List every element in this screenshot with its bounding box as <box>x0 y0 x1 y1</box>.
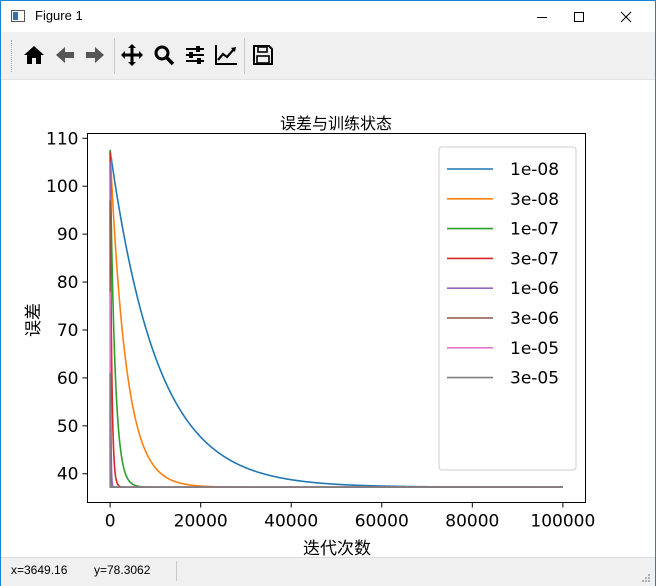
figure-window: Figure 1 误差与训练状态 0 20000 40000 60000 800… <box>0 0 656 586</box>
y-axis: 40 50 60 70 80 90 100 110 <box>46 129 88 485</box>
navigation-toolbar <box>1 32 655 80</box>
legend: 1e-08 3e-08 1e-07 3e-07 1e-06 3e-06 1e-05 3e-05 <box>438 146 577 471</box>
x-tick-label: 80000 <box>445 512 499 532</box>
legend-entry: 3e-05 <box>510 369 559 389</box>
close-button[interactable] <box>603 1 649 32</box>
x-tick-label: 60000 <box>355 512 409 532</box>
forward-button[interactable] <box>81 41 109 69</box>
figure-canvas[interactable]: 误差与训练状态 0 20000 40000 60000 80000 100000 40 50… <box>1 80 655 559</box>
pan-icon <box>121 44 143 66</box>
maximize-icon <box>574 11 584 22</box>
legend-entry: 1e-07 <box>510 220 559 240</box>
save-button[interactable] <box>249 41 277 69</box>
title-bar[interactable]: Figure 1 <box>1 1 655 32</box>
forward-arrow-icon <box>86 47 104 63</box>
back-arrow-icon <box>56 47 74 63</box>
status-divider <box>176 561 177 581</box>
home-icon <box>24 46 44 64</box>
y-tick-label: 60 <box>57 369 79 389</box>
legend-entry: 1e-05 <box>510 339 559 359</box>
x-tick-label: 40000 <box>264 512 318 532</box>
toolbar-separator <box>244 38 245 74</box>
x-axis-label: 迭代次数 <box>303 539 371 556</box>
subplots-icon <box>186 46 204 64</box>
legend-entry: 1e-08 <box>510 160 559 180</box>
window-title: Figure 1 <box>35 8 83 23</box>
edit-axis-icon <box>215 45 237 65</box>
legend-entry: 3e-06 <box>510 309 559 329</box>
y-tick-label: 100 <box>46 177 78 197</box>
chart-title: 误差与训练状态 <box>280 114 392 133</box>
y-axis-label: 误差 <box>24 303 44 337</box>
app-icon <box>11 10 25 22</box>
x-axis: 0 20000 40000 60000 80000 100000 <box>105 502 595 532</box>
resize-grip-icon[interactable] <box>641 573 651 583</box>
y-tick-label: 40 <box>57 465 79 485</box>
zoom-icon <box>154 45 175 66</box>
back-button[interactable] <box>51 41 79 69</box>
minimize-icon <box>537 16 547 18</box>
zoom-button[interactable] <box>150 41 178 69</box>
y-tick-label: 90 <box>57 225 79 245</box>
y-tick-label: 70 <box>57 321 79 341</box>
cursor-y-readout: y=78.3062 <box>94 563 151 577</box>
status-bar: x=3649.16 y=78.3062 <box>1 557 655 586</box>
x-tick-label: 100000 <box>530 512 595 532</box>
y-tick-label: 80 <box>57 273 79 293</box>
toolbar-grip[interactable] <box>11 40 15 72</box>
legend-entry: 3e-08 <box>510 190 559 210</box>
legend-entry: 3e-07 <box>510 249 559 269</box>
pan-button[interactable] <box>118 41 146 69</box>
subplots-button[interactable] <box>181 41 209 69</box>
home-button[interactable] <box>20 41 48 69</box>
close-icon <box>620 11 632 22</box>
x-tick-label: 0 <box>105 512 116 532</box>
edit-axis-button[interactable] <box>212 41 240 69</box>
x-tick-label: 20000 <box>174 512 228 532</box>
save-icon <box>253 45 273 65</box>
cursor-x-readout: x=3649.16 <box>11 563 68 577</box>
y-tick-label: 50 <box>57 417 79 437</box>
y-tick-label: 110 <box>46 129 78 149</box>
maximize-button[interactable] <box>556 1 602 32</box>
legend-entry: 1e-06 <box>510 279 559 299</box>
chart-svg[interactable]: 误差与训练状态 0 20000 40000 60000 80000 100000 40 50… <box>1 80 655 559</box>
toolbar-separator <box>114 38 115 74</box>
